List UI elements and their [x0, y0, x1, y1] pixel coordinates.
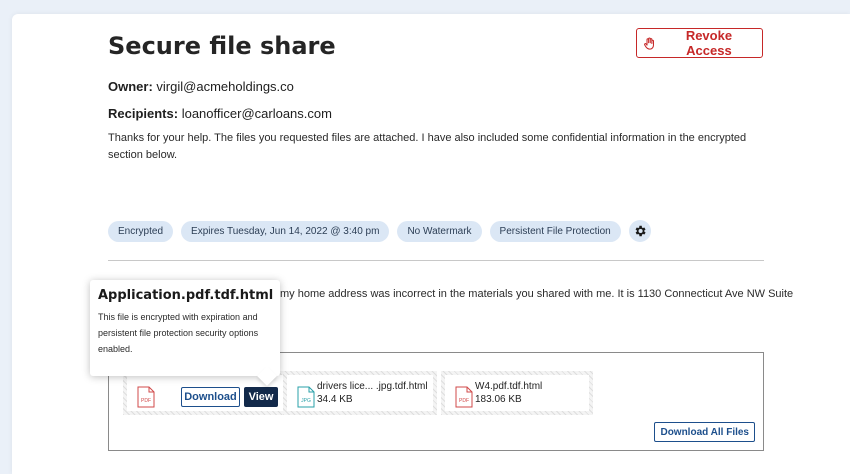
- gear-icon[interactable]: [628, 220, 651, 242]
- hand-stop-icon: [644, 36, 654, 50]
- download-button[interactable]: Download: [181, 387, 240, 407]
- tag-persistent-protection: Persistent File Protection: [489, 220, 621, 242]
- jpg-file-icon: JPG: [297, 386, 315, 408]
- page-title: Secure file share: [108, 32, 336, 60]
- recipients-value: loanofficer@carloans.com: [181, 106, 332, 121]
- revoke-access-label: Revoke Access: [685, 28, 733, 58]
- view-button[interactable]: View: [244, 387, 278, 407]
- tag-expiration: Expires Tuesday, Jun 14, 2022 @ 3:40 pm: [181, 220, 390, 242]
- file-name: drivers lice... .jpg.tdf.html: [317, 381, 428, 392]
- tooltip-title: Application.pdf.tdf.html: [98, 288, 274, 303]
- recipients-line: Recipients: loanofficer@carloans.com: [108, 106, 332, 121]
- svg-text:PDF: PDF: [141, 398, 151, 404]
- file-tile-drivers-license[interactable]: JPG drivers lice... .jpg.tdf.html 34.4 K…: [283, 371, 437, 415]
- security-tags: Encrypted Expires Tuesday, Jun 14, 2022 …: [108, 220, 651, 242]
- owner-line: Owner: virgil@acmeholdings.co: [108, 79, 294, 94]
- file-tooltip: Application.pdf.tdf.html This file is en…: [90, 280, 280, 376]
- file-tile-w4[interactable]: PDF W4.pdf.tdf.html 183.06 KB: [441, 371, 593, 415]
- pdf-file-icon: PDF: [137, 386, 155, 408]
- encrypted-message-text: my home address was incorrect in the mat…: [280, 288, 794, 300]
- pdf-file-icon: PDF: [455, 386, 473, 408]
- file-name: W4.pdf.tdf.html: [475, 381, 543, 392]
- file-size: 183.06 KB: [475, 394, 522, 405]
- recipients-label: Recipients:: [108, 106, 179, 121]
- tag-encrypted: Encrypted: [108, 220, 174, 242]
- file-size: 34.4 KB: [317, 394, 353, 405]
- owner-label: Owner:: [108, 79, 153, 94]
- svg-text:JPG: JPG: [301, 398, 311, 404]
- tooltip-body: This file is encrypted with expiration a…: [98, 312, 259, 354]
- download-all-button[interactable]: Download All Files: [654, 422, 755, 442]
- tag-watermark: No Watermark: [397, 220, 482, 242]
- message-text: Thanks for your help. The files you requ…: [108, 132, 747, 161]
- section-divider: [108, 260, 764, 261]
- file-share-card: Secure file share Revoke Access Owner: v…: [12, 14, 850, 474]
- owner-value: virgil@acmeholdings.co: [156, 79, 294, 94]
- revoke-access-button[interactable]: Revoke Access: [636, 28, 763, 58]
- svg-text:PDF: PDF: [459, 398, 469, 404]
